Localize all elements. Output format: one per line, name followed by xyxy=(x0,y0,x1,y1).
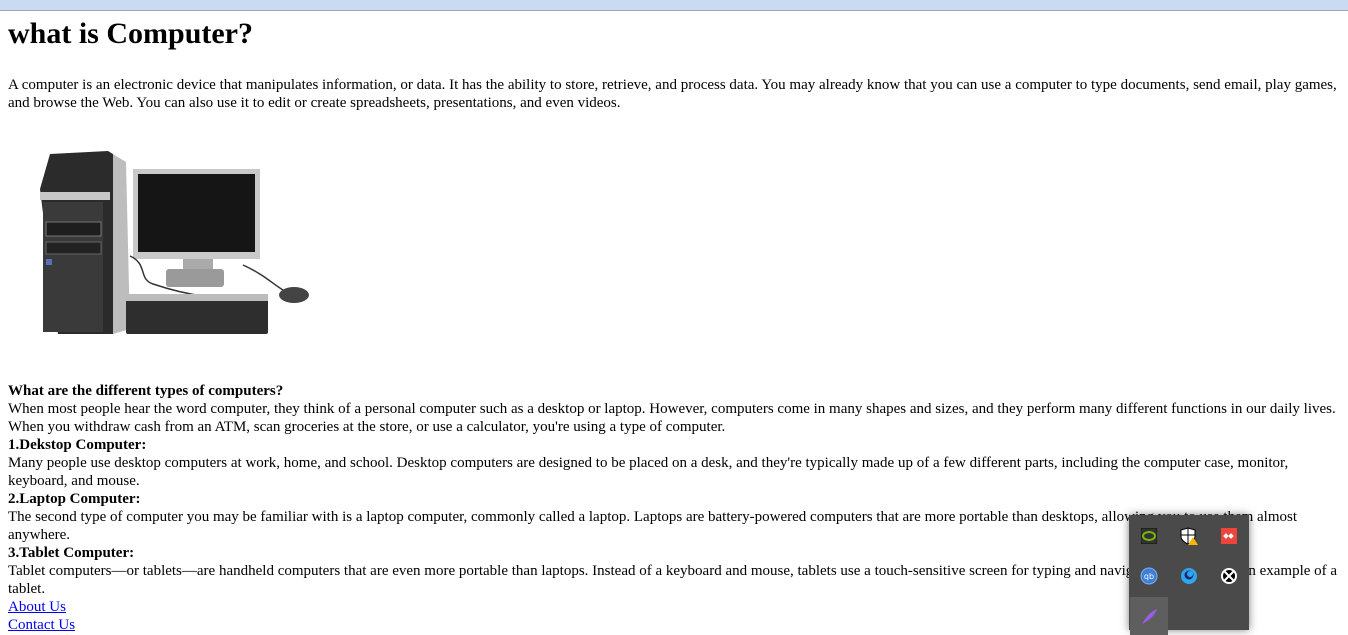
types-intro: When most people hear the word computer,… xyxy=(8,401,1336,435)
qbittorrent-icon[interactable]: qb xyxy=(1130,557,1168,595)
nvidia-icon[interactable] xyxy=(1130,517,1168,555)
intro-paragraph: A computer is an electronic device that … xyxy=(8,77,1337,111)
xbox-icon[interactable] xyxy=(1210,557,1248,595)
anydesk-icon[interactable] xyxy=(1210,517,1248,555)
types-heading: What are the different types of computer… xyxy=(8,383,284,399)
feather-icon[interactable] xyxy=(1130,597,1168,635)
windows-security-warning-icon[interactable] xyxy=(1170,517,1208,555)
desktop-computer-image xyxy=(40,151,309,334)
system-tray-overflow: qb xyxy=(1129,515,1249,635)
app-icon[interactable] xyxy=(1170,557,1208,595)
svg-text:qb: qb xyxy=(1144,572,1154,581)
desktop-text: Many people use desktop computers at wor… xyxy=(8,455,1289,489)
laptop-heading: 2.Laptop Computer: xyxy=(8,491,141,507)
page-title: what is Computer? xyxy=(8,17,253,50)
desktop-heading: 1.Dekstop Computer: xyxy=(8,437,147,453)
browser-top-bar xyxy=(0,0,1348,11)
